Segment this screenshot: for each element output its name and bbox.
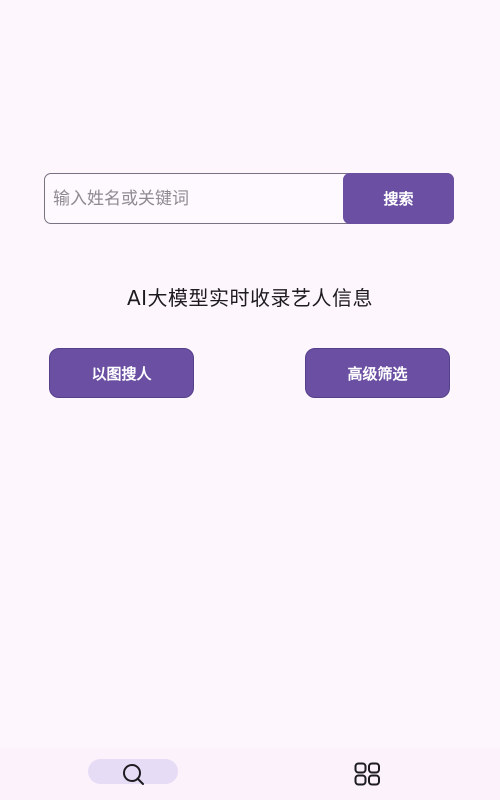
nav-item-grid[interactable] <box>322 748 412 800</box>
search-icon <box>123 763 144 785</box>
image-search-button[interactable]: 以图搜人 <box>49 348 194 398</box>
nav-item-search[interactable] <box>88 748 178 800</box>
bottom-navigation <box>0 748 500 800</box>
grid-icon <box>354 762 380 785</box>
search-bar: 搜索 <box>44 173 454 224</box>
search-button[interactable]: 搜索 <box>343 173 454 224</box>
tagline: AI大模型实时收录艺人信息 <box>126 286 374 310</box>
advanced-filter-button[interactable]: 高级筛选 <box>305 348 450 398</box>
search-input[interactable] <box>45 174 340 223</box>
